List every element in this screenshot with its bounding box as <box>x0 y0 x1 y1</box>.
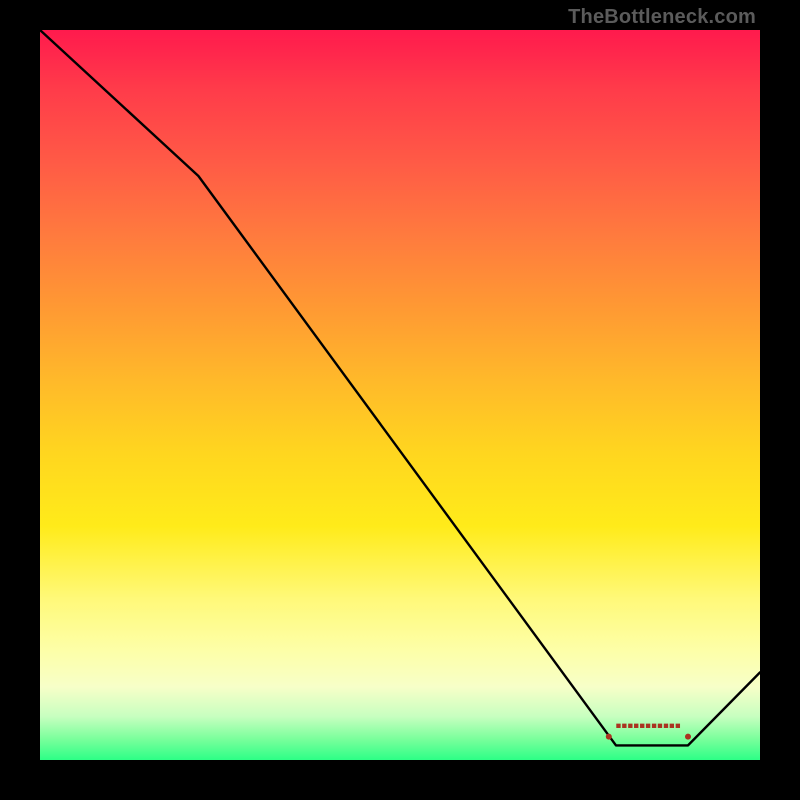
min-marker-right <box>685 734 691 740</box>
min-region-label: ■■■■■■■■■■■ <box>616 721 681 731</box>
chart-frame: TheBottleneck.com ■■■■■■■■■■■ <box>0 0 800 800</box>
bottleneck-curve <box>40 30 760 745</box>
chart-svg: ■■■■■■■■■■■ <box>40 30 760 760</box>
min-marker-left <box>606 734 612 740</box>
attribution-label: TheBottleneck.com <box>568 6 756 29</box>
